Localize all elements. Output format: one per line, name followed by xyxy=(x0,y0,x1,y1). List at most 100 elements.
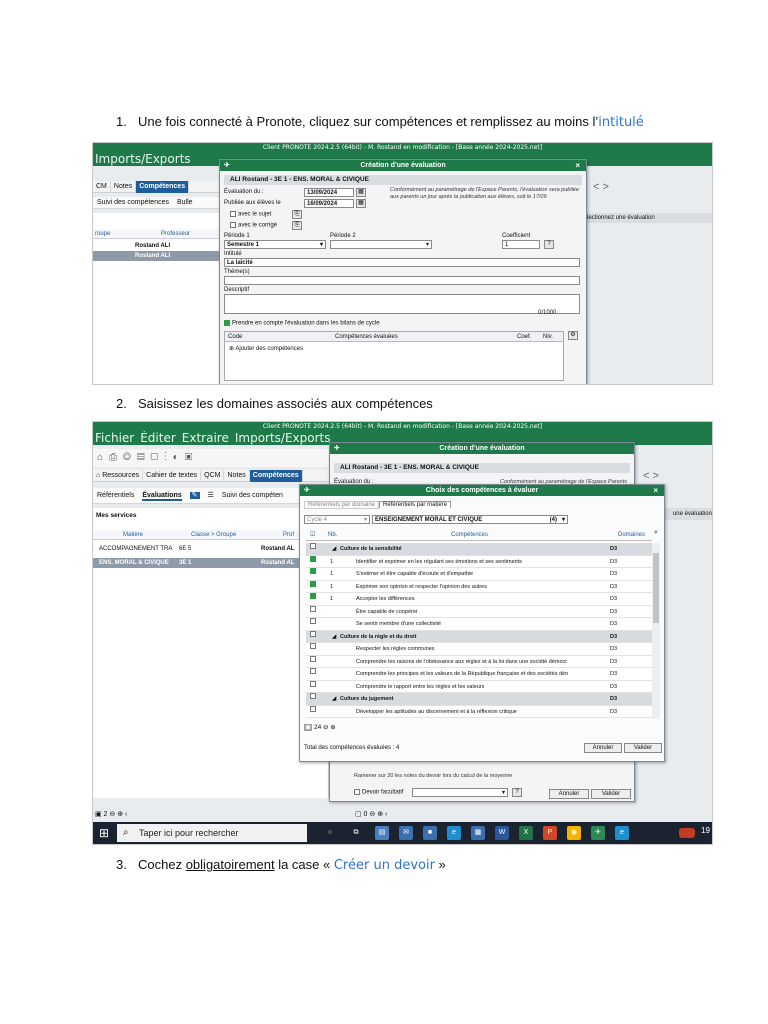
tab-notes[interactable]: Notes xyxy=(224,470,250,482)
menu-editer[interactable]: Éditer xyxy=(140,431,176,445)
table-row[interactable]: ENS. MORAL & CIVIQUE 3E 1 Rostand AL xyxy=(93,558,329,568)
eval-date-field[interactable]: 13/09/2024 xyxy=(304,188,354,197)
cortana-icon[interactable]: ○ xyxy=(323,826,337,840)
menu-imports-exports[interactable]: Imports/Exports xyxy=(95,152,191,166)
scrollbar-thumb[interactable] xyxy=(653,553,659,623)
nav-arrows[interactable]: < > xyxy=(643,470,659,482)
collapse-icon[interactable]: ◢ xyxy=(332,693,336,705)
help-icon[interactable]: ? xyxy=(512,788,522,797)
collapse-icon[interactable]: ◢ xyxy=(332,631,336,643)
competence-row[interactable]: 1 Identifier et exprimer en les régulant … xyxy=(306,555,652,568)
subject-select[interactable]: ENSEIGNEMENT MORAL ET CIVIQUE (4) ▾ xyxy=(372,515,568,524)
subtab-bulletin[interactable]: Bulle xyxy=(177,199,193,206)
taskbar-search[interactable]: ⌕ Taper ici pour rechercher xyxy=(117,824,307,842)
tab-qcm[interactable]: QCM xyxy=(201,470,225,482)
competence-row[interactable]: Se sentir membre d'une collectivité D3 xyxy=(306,618,652,631)
with-corrige-option[interactable]: avec le corrigé xyxy=(230,222,277,229)
nav-arrows[interactable]: < > xyxy=(593,181,609,193)
competence-row[interactable]: Être capable de coopérer D3 xyxy=(306,605,652,618)
tab-ressources[interactable]: ⌂ Ressources xyxy=(93,470,144,482)
tab-notes[interactable]: Notes xyxy=(111,181,137,193)
list-pager[interactable]: ▣ 24 ⊖ ⊕ xyxy=(304,723,336,731)
subtab-suivi[interactable]: Suivi des compéten xyxy=(222,492,283,499)
intitule-field[interactable]: La laïcité xyxy=(224,258,580,267)
validate-button[interactable]: Valider xyxy=(624,743,662,753)
task-view-icon[interactable]: ⧉ xyxy=(349,826,363,840)
list-icon[interactable]: ☰ xyxy=(208,492,214,499)
subtab-referentiels[interactable]: Référentiels xyxy=(97,492,134,499)
chrome-icon[interactable]: ◉ xyxy=(567,826,581,840)
calendar-icon[interactable]: ▦ xyxy=(356,199,366,208)
tab-competences[interactable]: Compétences xyxy=(249,470,303,482)
competence-row[interactable]: Développer les aptitudes au discernement… xyxy=(306,705,652,718)
settings-icon[interactable]: ⚙ xyxy=(568,331,578,340)
validate-button[interactable]: Valider xyxy=(591,789,631,799)
windows-start-icon[interactable]: ⊞ xyxy=(99,827,111,839)
app-icon[interactable]: ▦ xyxy=(471,826,485,840)
search-icon[interactable]: ⌕ xyxy=(654,529,658,537)
menu-imports-exports[interactable]: Imports/Exports xyxy=(235,431,331,445)
calendar-icon[interactable]: ▦ xyxy=(356,188,366,197)
menu-extraire[interactable]: Extraire xyxy=(182,431,229,445)
edit-icon[interactable]: ✎ xyxy=(189,492,200,499)
competence-group-row[interactable]: ◢ Culture de la règle et du droit D3 xyxy=(306,630,652,643)
collapse-icon[interactable]: ◢ xyxy=(332,543,336,555)
table-row[interactable]: Rostand ALI xyxy=(93,251,221,261)
scrollbar[interactable] xyxy=(652,543,660,719)
table-row[interactable]: Rostand ALI xyxy=(93,241,221,251)
tab-competences[interactable]: Compétences xyxy=(136,181,190,193)
add-competences-link[interactable]: ⊕ Ajouter des compétences xyxy=(229,345,303,352)
periode2-select[interactable]: ▾ xyxy=(330,240,432,249)
word-icon[interactable]: W xyxy=(495,826,509,840)
competence-row[interactable]: 1 Accepter les différences D3 xyxy=(306,593,652,606)
edge-icon[interactable]: e xyxy=(447,826,461,840)
excel-icon[interactable]: X xyxy=(519,826,533,840)
attach-icon[interactable]: ⎘ xyxy=(292,221,302,230)
pager-left[interactable]: ▣ 2 ⊖ ⊕ ‹ xyxy=(95,810,127,818)
tab-par-domaine[interactable]: Référentiels par domaine xyxy=(304,501,380,509)
with-subject-option[interactable]: avec le sujet xyxy=(230,211,271,218)
mail-icon[interactable]: ✉ xyxy=(399,826,413,840)
subtab-evaluations[interactable]: Évaluations xyxy=(142,492,182,501)
descriptif-field[interactable] xyxy=(224,294,580,314)
tab-par-matiere[interactable]: Référentiels par matière xyxy=(379,501,452,508)
pager-right[interactable]: ▢ 0 ⊖ ⊕ ‹ xyxy=(355,810,387,818)
subtab-suivi[interactable]: Suivi des compétences xyxy=(97,199,169,206)
devoir-select[interactable]: ▾ xyxy=(412,788,508,797)
devoir-facultatif-option[interactable]: Devoir facultatif xyxy=(354,789,403,796)
check-all-icon[interactable]: ☑ xyxy=(310,529,315,541)
cycle-select[interactable]: Cycle 4 ▾ xyxy=(304,515,370,524)
coef-field[interactable]: 1 xyxy=(502,240,540,249)
cancel-button[interactable]: Annuler xyxy=(584,743,622,753)
competence-row[interactable]: 1 Exprimer son opinion et respecter l'opi… xyxy=(306,580,652,593)
tab-cahier[interactable]: Cahier de textes xyxy=(143,470,202,482)
store-icon[interactable]: ■ xyxy=(423,826,437,840)
pub-date-field[interactable]: 16/09/2024 xyxy=(304,199,354,208)
competence-row[interactable]: Respecter les règles communes D3 xyxy=(306,643,652,656)
tab-qcm[interactable]: CM xyxy=(93,181,111,193)
competence-row[interactable]: Comprendre les raisons de l'obéissance a… xyxy=(306,655,652,668)
competence-group-row[interactable]: ◢ Culture de la sensibilité D3 xyxy=(306,543,652,556)
menu-fichier[interactable]: Fichier xyxy=(95,431,134,445)
powerpoint-icon[interactable]: P xyxy=(543,826,557,840)
attach-icon[interactable]: ⎘ xyxy=(292,210,302,219)
cancel-button[interactable]: Annuler xyxy=(549,789,589,799)
competence-row[interactable]: Comprendre le rapport entre les règles e… xyxy=(306,680,652,693)
edge-icon[interactable]: e xyxy=(615,826,629,840)
periode1-select[interactable]: Semestre 1 ▾ xyxy=(224,240,326,249)
weather-icon[interactable] xyxy=(679,828,695,838)
help-icon[interactable]: ? xyxy=(544,240,554,249)
close-icon[interactable]: × xyxy=(575,160,580,171)
theme-field[interactable] xyxy=(224,276,580,285)
bilan-option[interactable]: Prendre en compte l'évaluation dans les … xyxy=(224,320,380,327)
checkbox[interactable] xyxy=(224,320,230,326)
pronote-icon[interactable]: ✈ xyxy=(591,826,605,840)
competence-row[interactable]: 1 S'estimer et être capable d'écoute et d… xyxy=(306,568,652,581)
table-row[interactable]: ACCOMPAGNEMENT TRA 6E 5 Rostand AL xyxy=(93,544,329,554)
checkbox[interactable] xyxy=(354,789,360,795)
explorer-icon[interactable]: ▤ xyxy=(375,826,389,840)
competence-row[interactable]: Comprendre les principes et les valeurs … xyxy=(306,668,652,681)
toolbar-icons[interactable]: ⌂⎙◎▤▢⋮◐▣ xyxy=(93,449,333,467)
checkbox[interactable] xyxy=(230,222,236,228)
competence-group-row[interactable]: ◢ Culture du jugement D3 xyxy=(306,693,652,706)
